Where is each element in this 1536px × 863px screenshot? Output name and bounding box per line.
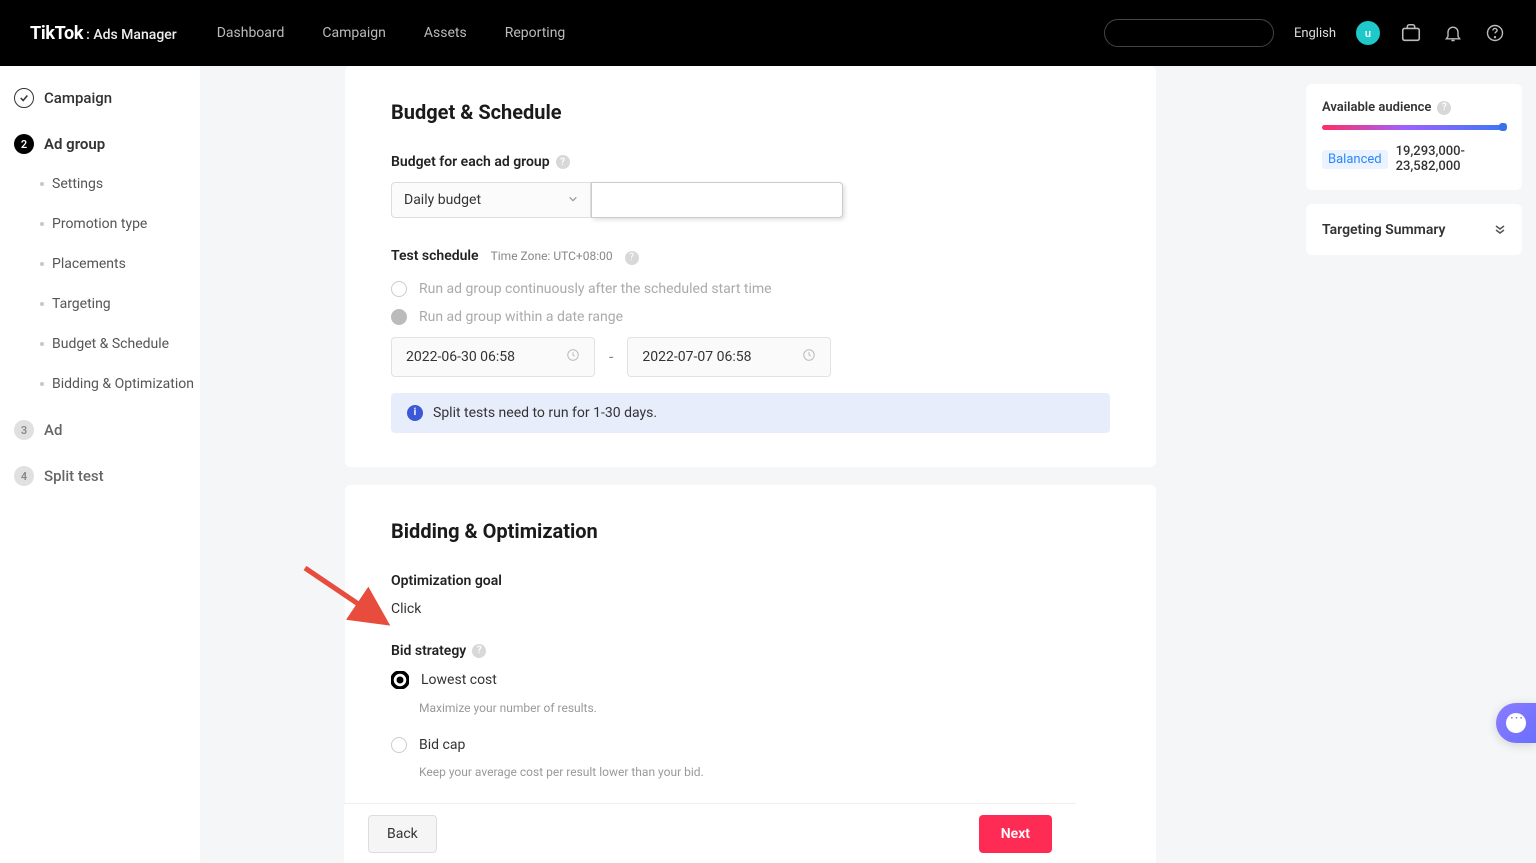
date-range-row: 2022-06-30 06:58 - 2022-07-07 06:58 [391, 337, 1110, 377]
footer-bar: Back Next [344, 803, 1076, 863]
right-panel: Available audience ? Balanced 19,293,000… [1306, 66, 1536, 863]
audience-label: Available audience ? [1322, 100, 1506, 115]
budget-label: Budget for each ad group ? [391, 154, 1110, 170]
help-icon[interactable] [1484, 22, 1506, 44]
audience-line: Balanced 19,293,000-23,582,000 [1322, 144, 1506, 174]
double-chevron-down-icon [1494, 220, 1506, 239]
budget-schedule-card: Budget & Schedule Budget for each ad gro… [345, 66, 1156, 467]
top-nav: TikTok : Ads Manager Dashboard Campaign … [0, 0, 1536, 66]
audience-range: 19,293,000-23,582,000 [1396, 144, 1506, 174]
help-icon[interactable]: ? [625, 251, 639, 265]
balanced-badge: Balanced [1322, 150, 1388, 169]
sidebar-sub-promotion[interactable]: Promotion type [0, 216, 200, 232]
main-content: Budget & Schedule Budget for each ad gro… [200, 66, 1306, 863]
clock-icon [566, 348, 580, 366]
logo-sub: : Ads Manager [86, 27, 177, 43]
nav-assets[interactable]: Assets [424, 25, 467, 41]
radio-icon [391, 737, 407, 753]
bell-icon[interactable] [1442, 22, 1464, 44]
info-icon: i [407, 405, 423, 421]
briefcase-icon[interactable] [1400, 22, 1422, 44]
sidebar-step-campaign[interactable]: Campaign [0, 84, 200, 112]
back-button[interactable]: Back [368, 815, 437, 853]
help-icon[interactable]: ? [1437, 101, 1451, 115]
bid-option-bid-cap[interactable]: Bid cap Keep your average cost per resul… [391, 737, 1110, 779]
topnav-right: English u [1104, 19, 1506, 47]
goal-label: Optimization goal [391, 573, 1110, 589]
schedule-label: Test schedule [391, 248, 479, 264]
chevron-down-icon [568, 192, 578, 208]
timezone-text: Time Zone: UTC+08:00 [491, 249, 613, 263]
sidebar-step-label: Ad group [44, 135, 105, 153]
chat-button[interactable] [1496, 703, 1536, 743]
audience-bar [1322, 125, 1506, 130]
nav-dashboard[interactable]: Dashboard [217, 25, 285, 41]
sidebar-sub-budget[interactable]: Budget & Schedule [0, 336, 200, 352]
targeting-summary-toggle[interactable]: Targeting Summary [1306, 204, 1522, 255]
nav-campaign[interactable]: Campaign [322, 25, 385, 41]
info-box: i Split tests need to run for 1-30 days. [391, 393, 1110, 433]
sidebar-sub-bidding[interactable]: Bidding & Optimization [0, 376, 200, 392]
radio-icon [391, 309, 407, 325]
help-icon[interactable]: ? [556, 155, 570, 169]
budget-row: Daily budget [391, 182, 1110, 218]
sidebar-step-splittest[interactable]: 4 Split test [0, 462, 200, 490]
sidebar: Campaign 2 Ad group Settings Promotion t… [0, 66, 200, 863]
info-text: Split tests need to run for 1-30 days. [433, 405, 657, 421]
section-title: Bidding & Optimization [391, 519, 1110, 543]
topnav-items: Dashboard Campaign Assets Reporting [217, 25, 566, 41]
logo: TikTok : Ads Manager [30, 23, 177, 44]
end-date-input[interactable]: 2022-07-07 06:58 [627, 337, 831, 377]
start-date-input[interactable]: 2022-06-30 06:58 [391, 337, 595, 377]
dot-icon [40, 262, 44, 266]
dot-icon [40, 302, 44, 306]
schedule-header: Test schedule Time Zone: UTC+08:00 ? [391, 248, 1110, 265]
step-number-icon: 2 [14, 134, 34, 154]
nav-reporting[interactable]: Reporting [505, 25, 566, 41]
step-number-icon: 3 [14, 420, 34, 440]
dot-icon [40, 382, 44, 386]
date-separator: - [609, 347, 613, 366]
logo-main: TikTok [30, 23, 83, 44]
sidebar-step-adgroup[interactable]: 2 Ad group [0, 130, 200, 158]
step-number-icon: 4 [14, 466, 34, 486]
schedule-option-range[interactable]: Run ad group within a date range [391, 309, 1110, 325]
strategy-label: Bid strategy ? [391, 643, 1110, 659]
audience-card: Available audience ? Balanced 19,293,000… [1306, 84, 1522, 190]
account-switcher[interactable] [1104, 19, 1274, 47]
sidebar-step-label: Ad [44, 421, 62, 439]
radio-selected-icon [391, 671, 409, 689]
sidebar-step-label: Campaign [44, 89, 112, 107]
next-button[interactable]: Next [979, 815, 1052, 853]
goal-value: Click [391, 601, 1110, 617]
sidebar-step-label: Split test [44, 467, 104, 485]
sidebar-sub-settings[interactable]: Settings [0, 176, 200, 192]
dot-icon [40, 342, 44, 346]
budget-type-select[interactable]: Daily budget [391, 182, 591, 218]
dot-icon [40, 222, 44, 226]
language-selector[interactable]: English [1294, 26, 1336, 41]
audience-marker [1499, 123, 1507, 131]
clock-icon [802, 348, 816, 366]
bid-option-lowest-cost[interactable]: Lowest cost Maximize your number of resu… [391, 671, 1110, 715]
dot-icon [40, 182, 44, 186]
chat-icon [1506, 713, 1526, 733]
sidebar-step-ad[interactable]: 3 Ad [0, 416, 200, 444]
radio-icon [391, 281, 407, 297]
help-icon[interactable]: ? [472, 644, 486, 658]
avatar[interactable]: u [1356, 21, 1380, 45]
check-icon [14, 88, 34, 108]
sidebar-sub-targeting[interactable]: Targeting [0, 296, 200, 312]
section-title: Budget & Schedule [391, 100, 1110, 124]
budget-amount-input[interactable] [591, 182, 843, 218]
schedule-option-continuous[interactable]: Run ad group continuously after the sche… [391, 281, 1110, 297]
sidebar-sub-placements[interactable]: Placements [0, 256, 200, 272]
